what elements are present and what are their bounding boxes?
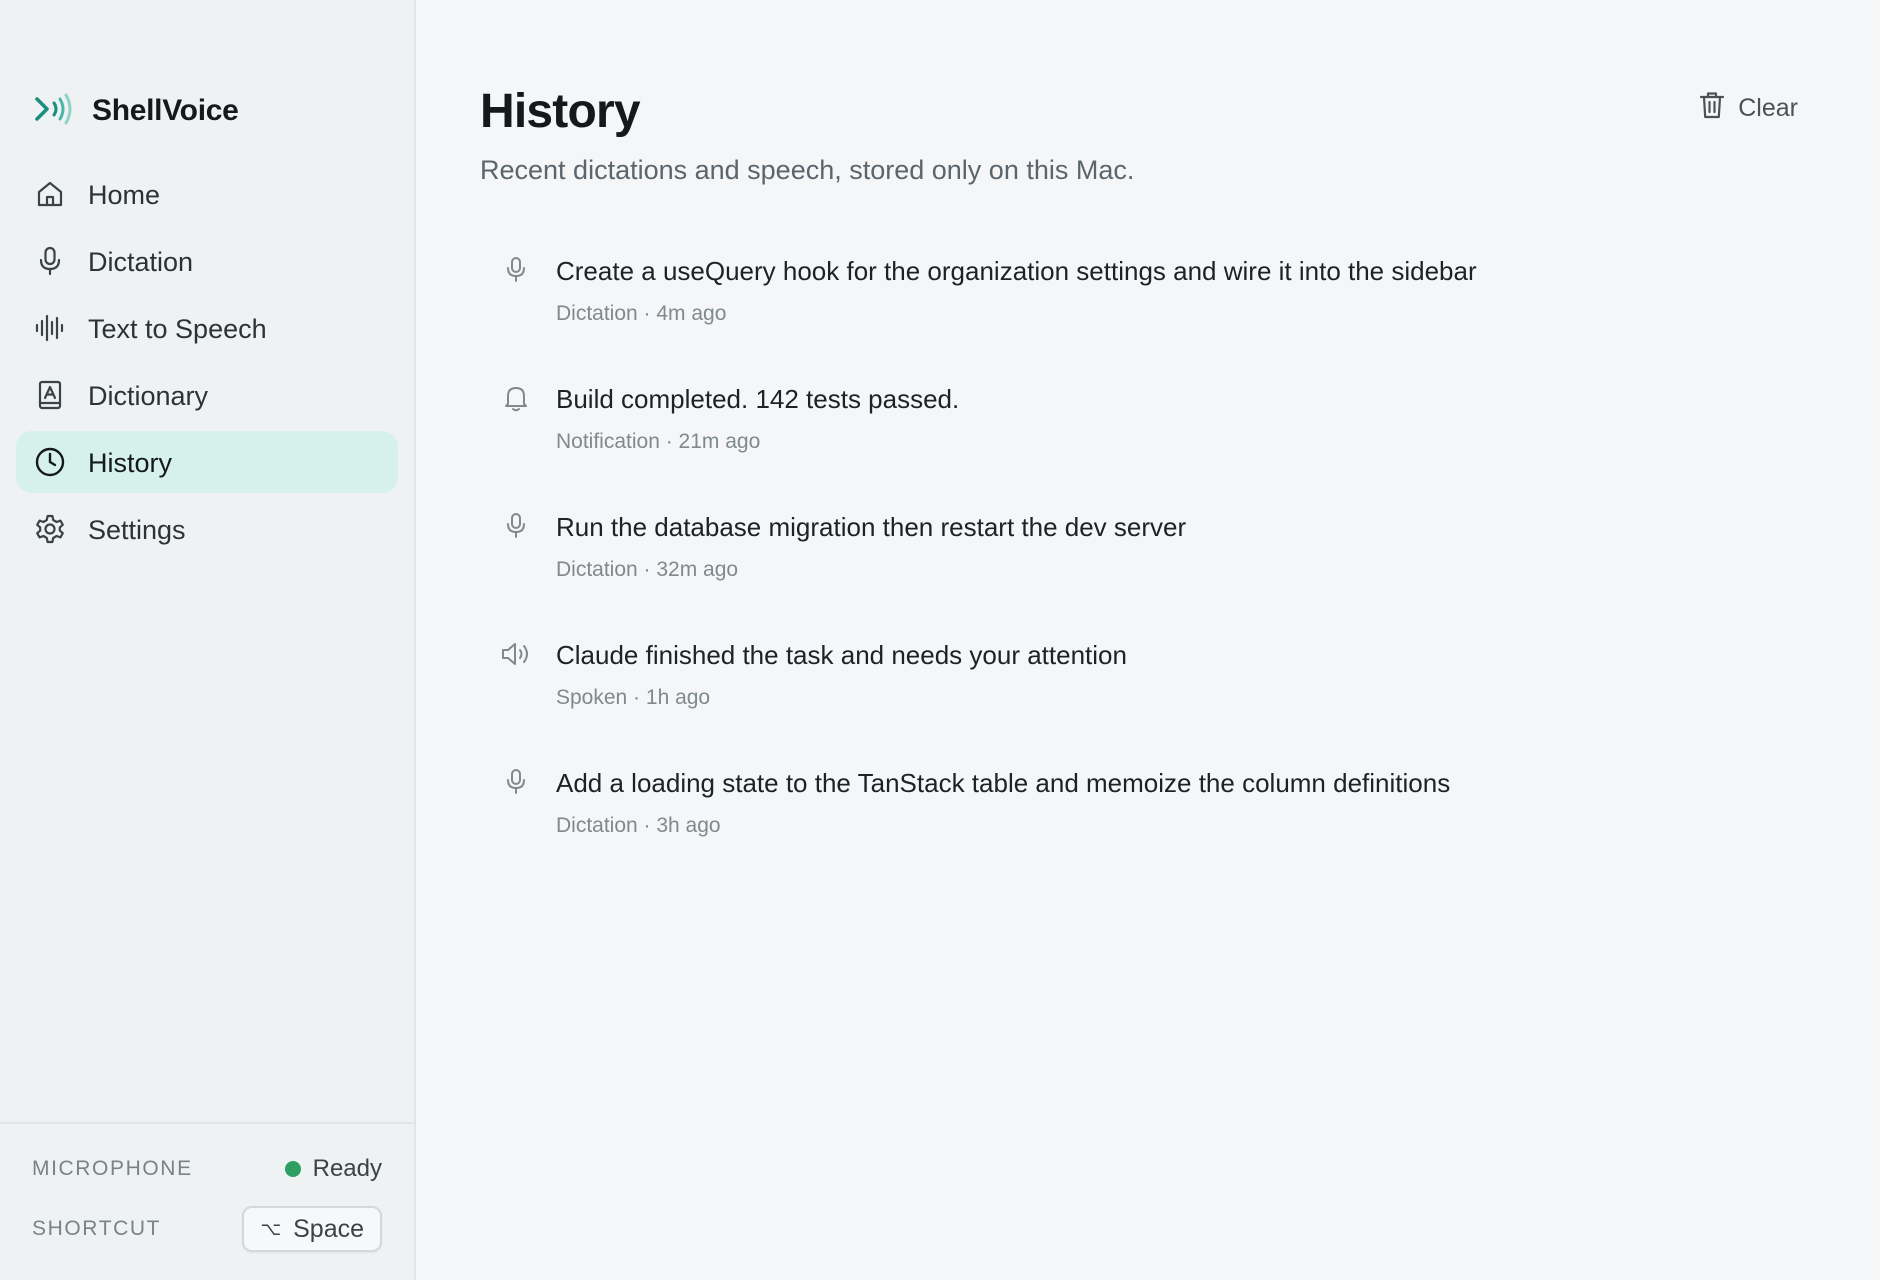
main-content: History Recent dictations and speech, st… xyxy=(418,0,1880,1280)
clear-label: Clear xyxy=(1738,93,1798,122)
sidebar-item-label: History xyxy=(88,448,173,478)
page-title: History xyxy=(480,85,641,138)
microphone-icon xyxy=(500,510,532,542)
book-icon xyxy=(34,379,66,411)
sidebar-footer: MICROPHONE Ready SHORTCUT ⌥ Space xyxy=(0,1122,414,1280)
sidebar-item-history[interactable]: History xyxy=(16,431,398,493)
history-entry-text: Add a loading state to the TanStack tabl… xyxy=(556,768,1451,798)
shellvoice-logo-icon xyxy=(34,92,76,131)
sidebar-item-label: Home xyxy=(88,180,161,210)
bell-icon xyxy=(500,382,532,414)
sidebar-item-dictionary[interactable]: Dictionary xyxy=(16,364,398,426)
history-entry[interactable]: Add a loading state to the TanStack tabl… xyxy=(500,762,1800,890)
shortcut-label: SHORTCUT xyxy=(32,1217,162,1240)
microphone-status-text: Ready xyxy=(312,1155,382,1182)
shortcut-row: SHORTCUT ⌥ Space xyxy=(32,1206,382,1252)
history-entry-text: Run the database migration then restart … xyxy=(556,512,1187,542)
microphone-icon xyxy=(34,245,66,277)
sidebar-item-dictation[interactable]: Dictation xyxy=(16,230,398,292)
sidebar-item-text-to-speech[interactable]: Text to Speech xyxy=(16,297,398,359)
sidebar-item-home[interactable]: Home xyxy=(16,163,398,225)
history-entry[interactable]: Build completed. 142 tests passed. Notif… xyxy=(500,378,1800,506)
sidebar-item-label: Settings xyxy=(88,515,186,545)
history-entry-text: Claude finished the task and needs your … xyxy=(556,640,1127,670)
sidebar-item-label: Text to Speech xyxy=(88,314,267,344)
status-dot-icon xyxy=(284,1161,301,1177)
history-entry-text: Build completed. 142 tests passed. xyxy=(556,384,960,414)
home-icon xyxy=(34,178,66,210)
microphone-icon xyxy=(500,766,532,798)
microphone-label: MICROPHONE xyxy=(32,1157,193,1180)
microphone-status-row: MICROPHONE Ready xyxy=(32,1146,382,1192)
shortcut-key-text: Space xyxy=(293,1214,364,1243)
clock-icon xyxy=(34,446,66,478)
history-entry[interactable]: Create a useQuery hook for the organizat… xyxy=(500,250,1800,378)
app-window: ShellVoice Home Dictation Text to Speech… xyxy=(0,0,1880,1280)
microphone-status: Ready xyxy=(284,1155,382,1183)
history-entry-text: Create a useQuery hook for the organizat… xyxy=(556,256,1477,286)
microphone-icon xyxy=(500,254,532,286)
app-name: ShellVoice xyxy=(92,94,239,127)
history-entry-meta: Notification · 21m ago xyxy=(556,430,761,453)
history-entry-meta: Dictation · 3h ago xyxy=(556,814,721,837)
history-entry-meta: Spoken · 1h ago xyxy=(556,686,711,709)
shortcut-key-button[interactable]: ⌥ Space xyxy=(242,1206,382,1252)
sidebar-item-label: Dictionary xyxy=(88,381,209,411)
history-entry[interactable]: Run the database migration then restart … xyxy=(500,506,1800,634)
sidebar-item-label: Dictation xyxy=(88,247,194,277)
history-list: Create a useQuery hook for the organizat… xyxy=(500,250,1800,890)
gear-icon xyxy=(34,513,66,545)
sidebar: ShellVoice Home Dictation Text to Speech… xyxy=(0,0,416,1280)
clear-button[interactable]: Clear xyxy=(1698,88,1798,128)
history-entry-meta: Dictation · 32m ago xyxy=(556,558,739,581)
history-entry[interactable]: Claude finished the task and needs your … xyxy=(500,634,1800,762)
waveform-icon xyxy=(34,312,66,344)
brand: ShellVoice xyxy=(34,88,239,134)
option-key-icon: ⌥ xyxy=(260,1218,282,1239)
sidebar-item-settings[interactable]: Settings xyxy=(16,498,398,560)
sidebar-nav: Home Dictation Text to Speech Dictionary… xyxy=(16,163,398,565)
history-entry-meta: Dictation · 4m ago xyxy=(556,302,727,325)
speaker-icon xyxy=(500,638,532,670)
page-subtitle: Recent dictations and speech, stored onl… xyxy=(480,155,1135,185)
trash-icon xyxy=(1698,90,1738,127)
